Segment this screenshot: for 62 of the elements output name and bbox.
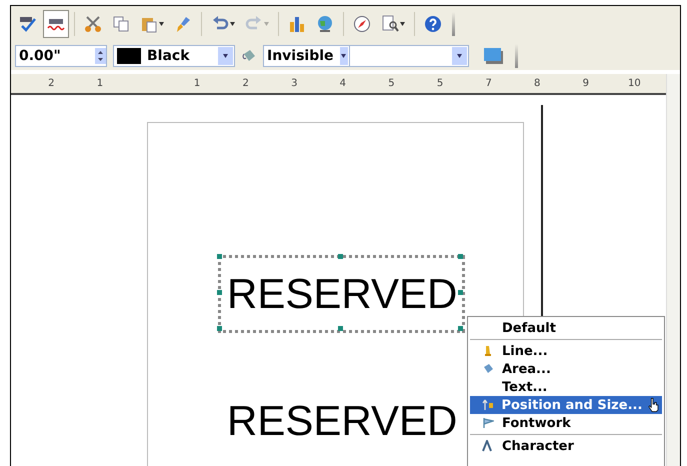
shadow-icon[interactable] <box>483 46 505 66</box>
menu-item[interactable]: Character <box>470 437 662 455</box>
ruler-number: 4 <box>338 78 348 89</box>
globe-icon <box>316 15 334 33</box>
ruler-number: 1 <box>192 78 202 89</box>
ruler-number: 5 <box>436 78 444 89</box>
caret-icon <box>230 22 235 26</box>
selection-handle[interactable] <box>338 326 342 331</box>
ruler-number: 5 <box>387 78 396 89</box>
menu-item[interactable]: Default <box>470 319 662 337</box>
line-width-field[interactable]: 0.00" <box>15 45 107 67</box>
area-fill-dropdown[interactable] <box>349 45 469 67</box>
brush-icon <box>174 15 192 33</box>
position-icon <box>482 399 494 411</box>
scissors-icon <box>84 15 102 33</box>
selection-handle[interactable] <box>338 254 342 259</box>
ruler-number: 2 <box>47 78 56 89</box>
area-style-dropdown[interactable]: Invisible <box>263 45 349 67</box>
selection-handle[interactable] <box>217 254 222 259</box>
bar-chart-icon <box>288 15 306 33</box>
caret-icon <box>264 22 269 26</box>
object-text: RESERVED <box>227 397 458 445</box>
caret-icon <box>223 54 228 58</box>
menu-item[interactable]: Position and Size... <box>470 396 662 414</box>
menu-item[interactable]: Area... <box>470 360 662 378</box>
flag-icon <box>482 417 494 429</box>
paint-bucket-icon[interactable] <box>241 48 257 64</box>
selection-handle[interactable] <box>217 290 222 295</box>
line-color-dropdown[interactable]: Black <box>113 45 235 67</box>
ruler-number: 2 <box>241 78 250 89</box>
help-icon <box>424 15 442 33</box>
selection-handle[interactable] <box>217 326 222 331</box>
ruler-number: 1 <box>96 78 104 89</box>
selection-handle[interactable] <box>458 290 463 295</box>
ruler-number: 9 <box>582 78 590 89</box>
compass-icon <box>353 15 371 33</box>
caret-icon <box>400 22 405 26</box>
object-text: RESERVED <box>227 270 458 318</box>
toolbar-button[interactable] <box>43 10 69 38</box>
ruler-number: 10 <box>627 78 642 89</box>
ruler-number: 3 <box>290 78 298 89</box>
spellcheck-icon <box>19 15 37 33</box>
menu-item[interactable]: Text... <box>470 378 662 396</box>
menu-item[interactable]: Line... <box>470 342 662 360</box>
ruler-number: 8 <box>533 78 542 89</box>
menu-item[interactable]: Fontwork <box>470 414 662 432</box>
document-search-icon <box>381 15 399 33</box>
spinner-icon <box>95 48 106 64</box>
selection-handle[interactable] <box>458 254 463 259</box>
paste-icon <box>140 15 158 33</box>
pen-icon <box>482 345 494 357</box>
paint-bucket-icon <box>482 363 494 375</box>
caret-icon <box>341 54 346 58</box>
copy-icon <box>112 15 130 33</box>
pointer-hand-icon <box>648 397 660 413</box>
text-object[interactable]: RESERVED <box>218 382 465 460</box>
text-object[interactable]: RESERVED <box>218 255 465 333</box>
selection-handle[interactable] <box>458 326 463 331</box>
caret-icon <box>457 54 462 58</box>
caret-icon <box>159 22 164 26</box>
scrollbar[interactable] <box>666 74 680 466</box>
ruler-number: 7 <box>484 78 493 89</box>
